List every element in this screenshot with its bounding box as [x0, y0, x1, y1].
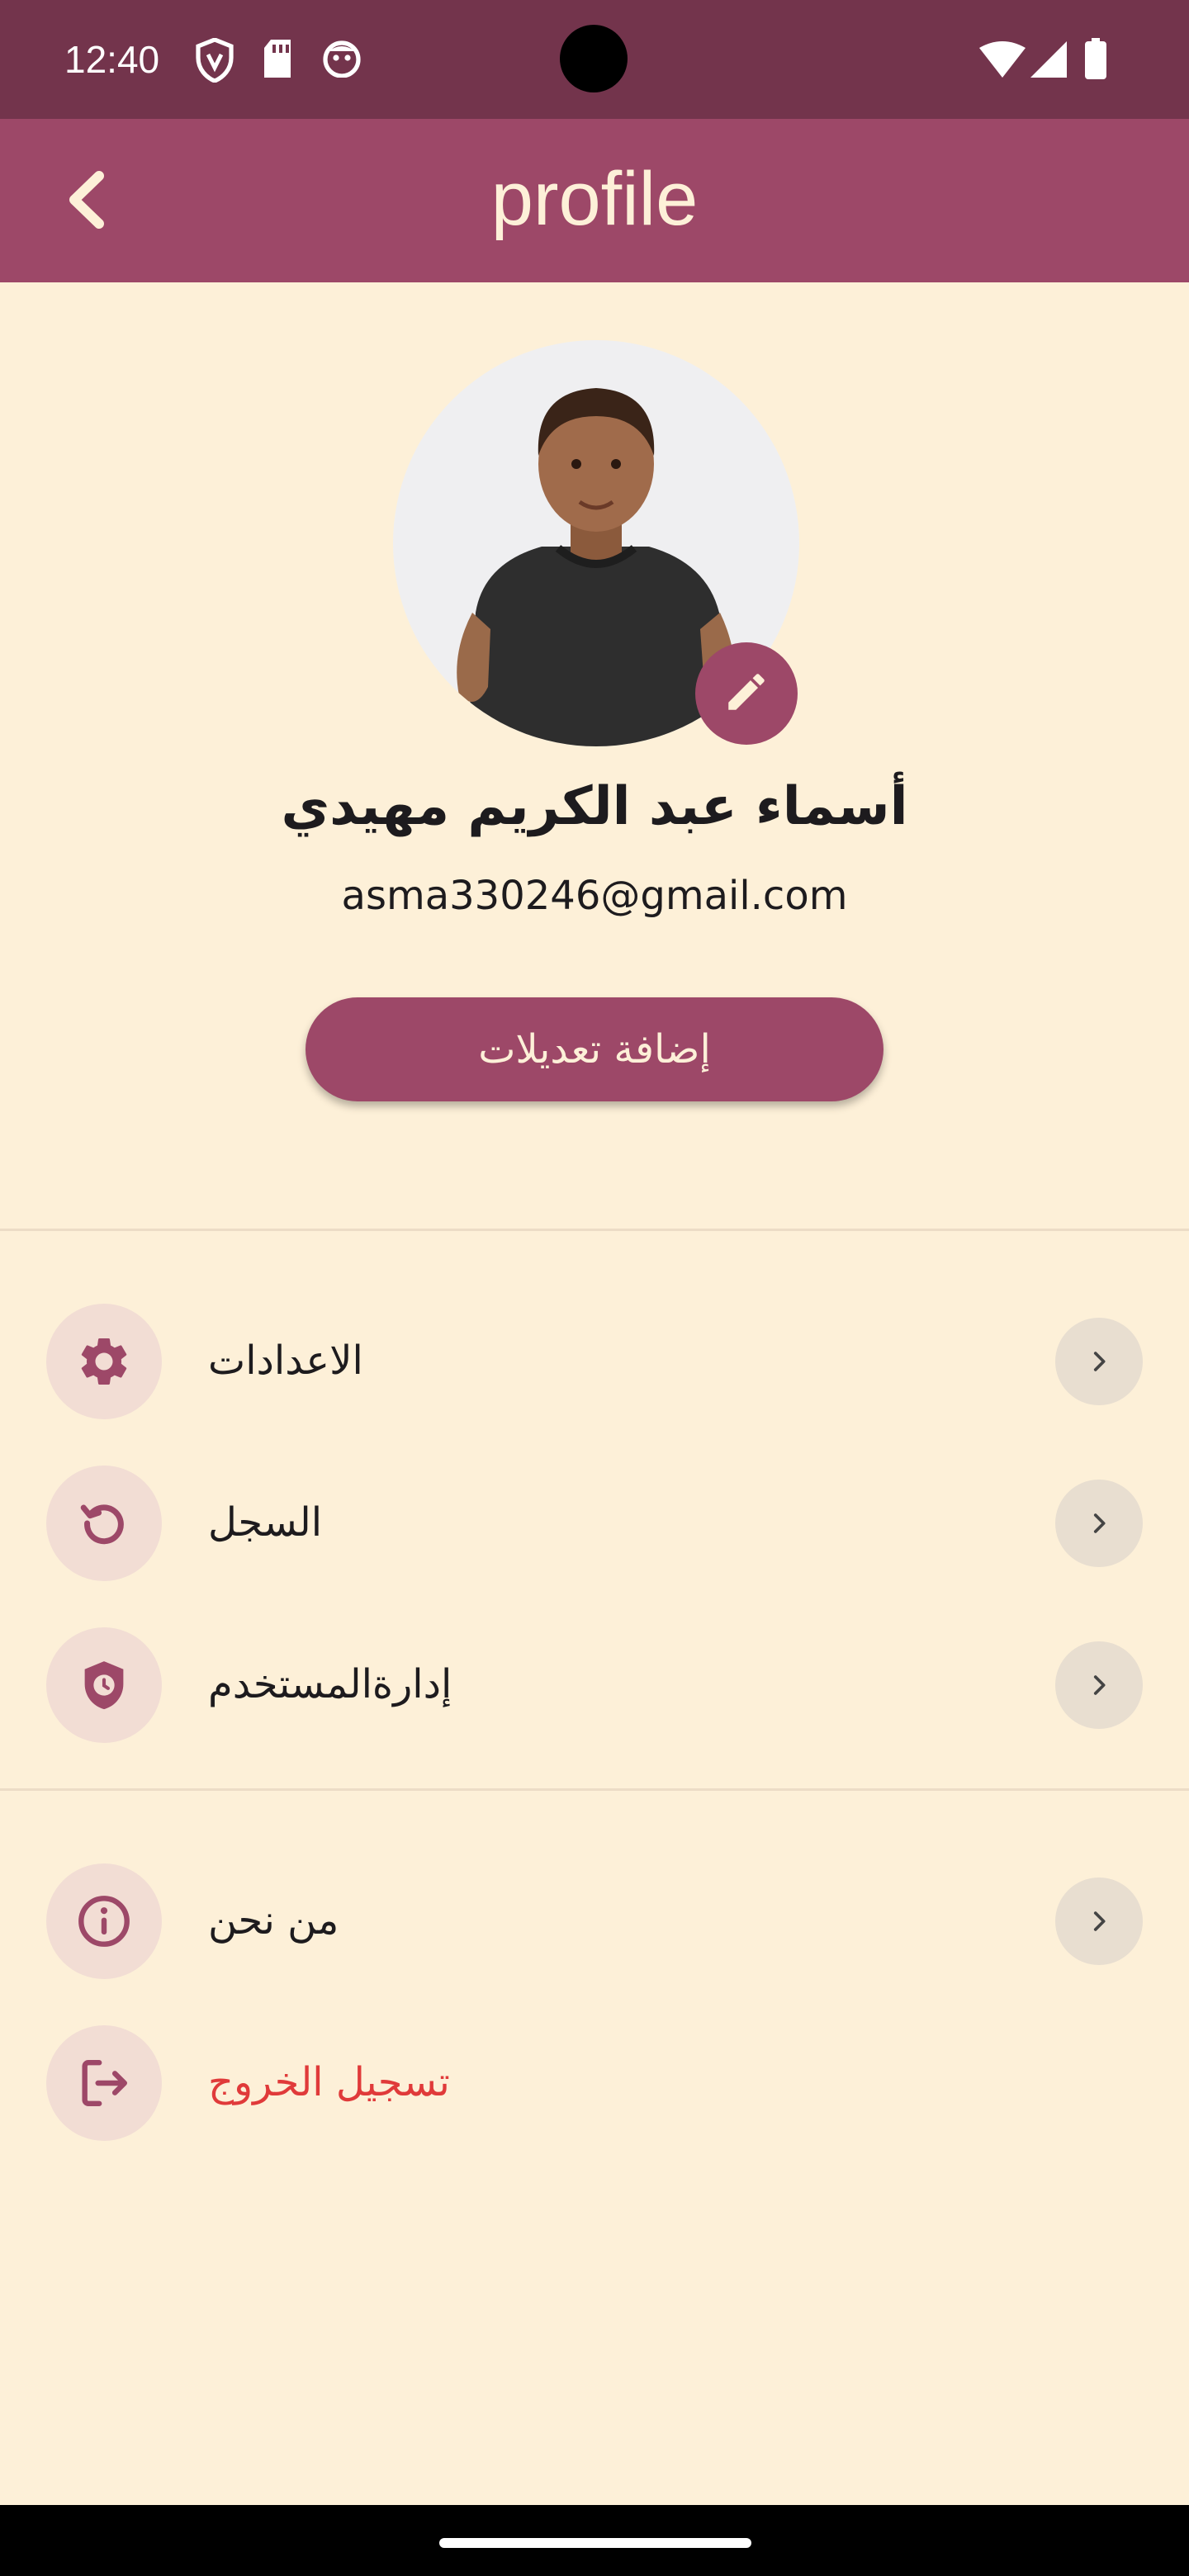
shield-clock-icon [46, 1627, 162, 1743]
profile-email: asma330246@gmail.com [341, 873, 848, 919]
edit-profile-button-label: إضافة تعديلات [478, 1026, 711, 1073]
chevron-right-icon[interactable] [1055, 1318, 1143, 1405]
signal-icon [1030, 41, 1067, 81]
menu-item-about[interactable]: من نحن [0, 1859, 1189, 1983]
menu-label-settings: الاعدادات [208, 1338, 363, 1384]
camera-cutout [560, 25, 628, 92]
gear-icon [46, 1304, 162, 1419]
profile-name: أسماء عبد الكريم مهيدي [281, 776, 908, 837]
divider [0, 1788, 1189, 1791]
pencil-icon [722, 668, 770, 719]
history-icon [46, 1466, 162, 1581]
menu-item-history[interactable]: السجل [0, 1461, 1189, 1585]
info-icon [46, 1863, 162, 1979]
logout-icon [46, 2025, 162, 2141]
chevron-right-icon[interactable] [1055, 1480, 1143, 1567]
divider [0, 1229, 1189, 1231]
chevron-right-icon[interactable] [1055, 1641, 1143, 1729]
edit-profile-button[interactable]: إضافة تعديلات [306, 997, 883, 1101]
app-bar: profile [0, 119, 1189, 282]
sd-card-icon [261, 38, 294, 83]
menu-label-about: من نحن [208, 1897, 339, 1944]
menu-item-settings[interactable]: الاعدادات [0, 1300, 1189, 1423]
menu-item-user-management[interactable]: إدارةالمستخدم [0, 1623, 1189, 1747]
status-bar: 12:40 [0, 0, 1189, 119]
menu-label-history: السجل [208, 1499, 323, 1546]
battery-icon [1085, 38, 1106, 83]
face-icon [322, 38, 362, 81]
home-indicator[interactable] [439, 2538, 751, 2548]
menu-item-logout[interactable]: تسجيل الخروج [0, 2021, 1189, 2145]
status-time: 12:40 [64, 38, 160, 81]
wifi-icon [979, 41, 1026, 81]
edit-avatar-button[interactable] [695, 642, 798, 745]
vpn-shield-icon [195, 37, 234, 86]
menu-label-logout: تسجيل الخروج [208, 2059, 450, 2105]
navigation-bar [0, 2505, 1189, 2576]
chevron-right-icon[interactable] [1055, 1878, 1143, 1965]
page-title: profile [490, 157, 699, 241]
menu-label-user-management: إدارةالمستخدم [208, 1661, 452, 1707]
